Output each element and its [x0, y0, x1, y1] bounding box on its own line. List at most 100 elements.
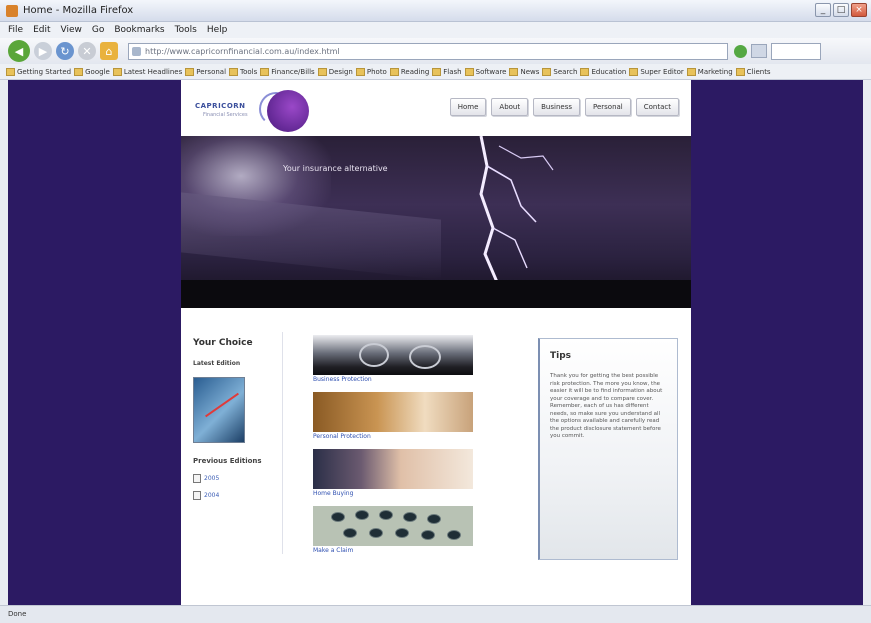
go-icon[interactable] — [734, 44, 747, 58]
bookmark-item[interactable]: Flash — [432, 67, 462, 76]
reload-icon[interactable]: ↻ — [56, 42, 74, 60]
folder-icon — [509, 67, 519, 76]
sidebar-subtitle: Latest Edition — [193, 360, 241, 367]
previous-editions-heading: Previous Editions — [193, 457, 262, 465]
nav-home-button[interactable]: Home — [449, 98, 487, 116]
key-shape — [403, 512, 417, 522]
product-image[interactable] — [313, 449, 473, 489]
bookmark-item[interactable]: Design — [317, 67, 353, 76]
key-shape — [369, 528, 383, 538]
bookmark-item[interactable]: Google — [74, 67, 110, 76]
city-silhouette — [181, 280, 691, 308]
folder-icon — [185, 67, 195, 76]
close-button[interactable]: × — [851, 3, 867, 17]
folder-icon — [629, 67, 639, 76]
folder-icon — [686, 67, 696, 76]
logo-emblem-icon — [267, 90, 309, 132]
page-viewport: CAPRICORN Financial Services Home About … — [8, 80, 863, 605]
folder-icon — [112, 67, 122, 76]
tips-text: Thank you for getting the best possible … — [550, 373, 663, 439]
nav-business-button[interactable]: Business — [533, 98, 580, 116]
window-controls: _ □ × — [815, 3, 867, 17]
tips-title: Tips — [550, 351, 572, 361]
bookmark-item[interactable]: Reading — [389, 67, 429, 76]
nav-about-button[interactable]: About — [491, 98, 529, 116]
bookmark-item[interactable]: Photo — [355, 67, 387, 76]
product-link[interactable]: Make a Claim — [313, 547, 473, 555]
product-link[interactable]: Business Protection — [313, 376, 473, 384]
product-item[interactable]: Make a Claim — [313, 506, 473, 555]
window-title: Home - Mozilla Firefox — [23, 5, 134, 16]
nav-personal-button[interactable]: Personal — [585, 98, 631, 116]
firefox-icon — [6, 4, 18, 17]
folder-icon — [74, 67, 84, 76]
menu-help[interactable]: Help — [207, 25, 228, 35]
back-arrow-icon[interactable]: ◀ — [8, 40, 30, 62]
menu-view[interactable]: View — [61, 25, 82, 35]
logo-text: CAPRICORN — [195, 102, 246, 110]
browser-window: Home - Mozilla Firefox _ □ × File Edit V… — [0, 0, 871, 623]
forward-arrow-icon[interactable]: ▶ — [34, 42, 52, 60]
key-shape — [379, 510, 393, 520]
product-link[interactable]: Home Buying — [313, 490, 473, 498]
folder-icon — [389, 67, 399, 76]
product-image[interactable] — [313, 335, 473, 375]
bookmarks-toolbar: Getting Started Google Latest Headlines … — [0, 64, 871, 80]
document-icon — [193, 474, 201, 483]
product-image[interactable] — [313, 506, 473, 546]
menu-bookmarks[interactable]: Bookmarks — [114, 25, 164, 35]
nav-contact-button[interactable]: Contact — [635, 98, 679, 116]
go-area — [734, 42, 821, 60]
status-bar: Done — [0, 605, 871, 623]
menu-edit[interactable]: Edit — [33, 25, 50, 35]
product-item[interactable]: Home Buying — [313, 449, 473, 498]
key-shape — [421, 530, 435, 540]
maximize-button[interactable]: □ — [833, 3, 849, 17]
logo-subtitle: Financial Services — [203, 112, 248, 118]
bookmark-item[interactable]: Finance/Bills — [260, 67, 315, 76]
search-engine-icon[interactable] — [751, 44, 767, 58]
site-favicon-icon — [132, 46, 141, 56]
bookmark-item[interactable]: Personal — [185, 67, 226, 76]
folder-icon — [317, 67, 327, 76]
menu-bar: File Edit View Go Bookmarks Tools Help — [0, 22, 871, 38]
title-bar: Home - Mozilla Firefox _ □ × — [0, 0, 871, 22]
bookmark-item[interactable]: Search — [542, 67, 577, 76]
key-shape — [331, 512, 345, 522]
edition-link[interactable]: 2005 — [193, 474, 273, 483]
folder-icon — [580, 67, 590, 76]
site-logo[interactable]: CAPRICORN Financial Services — [195, 88, 309, 132]
bookmark-item[interactable]: Getting Started — [6, 67, 71, 76]
bookmark-item[interactable]: Tools — [229, 67, 257, 76]
folder-icon — [260, 67, 270, 76]
menu-go[interactable]: Go — [92, 25, 104, 35]
status-text: Done — [8, 610, 27, 618]
document-icon — [193, 491, 201, 500]
bookmark-item[interactable]: Software — [464, 67, 506, 76]
headlight-shape — [409, 345, 441, 369]
product-image[interactable] — [313, 392, 473, 432]
search-input[interactable] — [771, 42, 821, 60]
menu-tools[interactable]: Tools — [175, 25, 197, 35]
edition-link[interactable]: 2004 — [193, 491, 273, 500]
stop-icon[interactable]: ✕ — [78, 42, 96, 60]
hero-tagline: Your insurance alternative — [283, 164, 388, 173]
menu-file[interactable]: File — [8, 25, 23, 35]
folder-icon — [432, 67, 442, 76]
product-link[interactable]: Personal Protection — [313, 433, 473, 441]
address-bar[interactable]: http://www.capricornfinancial.com.au/ind… — [128, 42, 728, 60]
home-icon[interactable]: ⌂ — [100, 42, 118, 60]
latest-edition-cover[interactable] — [193, 377, 245, 443]
product-item[interactable]: Personal Protection — [313, 392, 473, 441]
bookmark-item[interactable]: Education — [580, 67, 626, 76]
folder-icon — [355, 67, 365, 76]
bookmark-item[interactable]: Clients — [735, 67, 771, 76]
address-url: http://www.capricornfinancial.com.au/ind… — [145, 46, 340, 56]
product-item[interactable]: Business Protection — [313, 335, 473, 384]
bookmark-item[interactable]: Super Editor — [629, 67, 684, 76]
sidebar: Your Choice Latest Edition Previous Edit… — [193, 338, 273, 500]
minimize-button[interactable]: _ — [815, 3, 831, 17]
bookmark-item[interactable]: News — [509, 67, 539, 76]
bookmark-item[interactable]: Marketing — [686, 67, 733, 76]
bookmark-item[interactable]: Latest Headlines — [112, 67, 182, 76]
